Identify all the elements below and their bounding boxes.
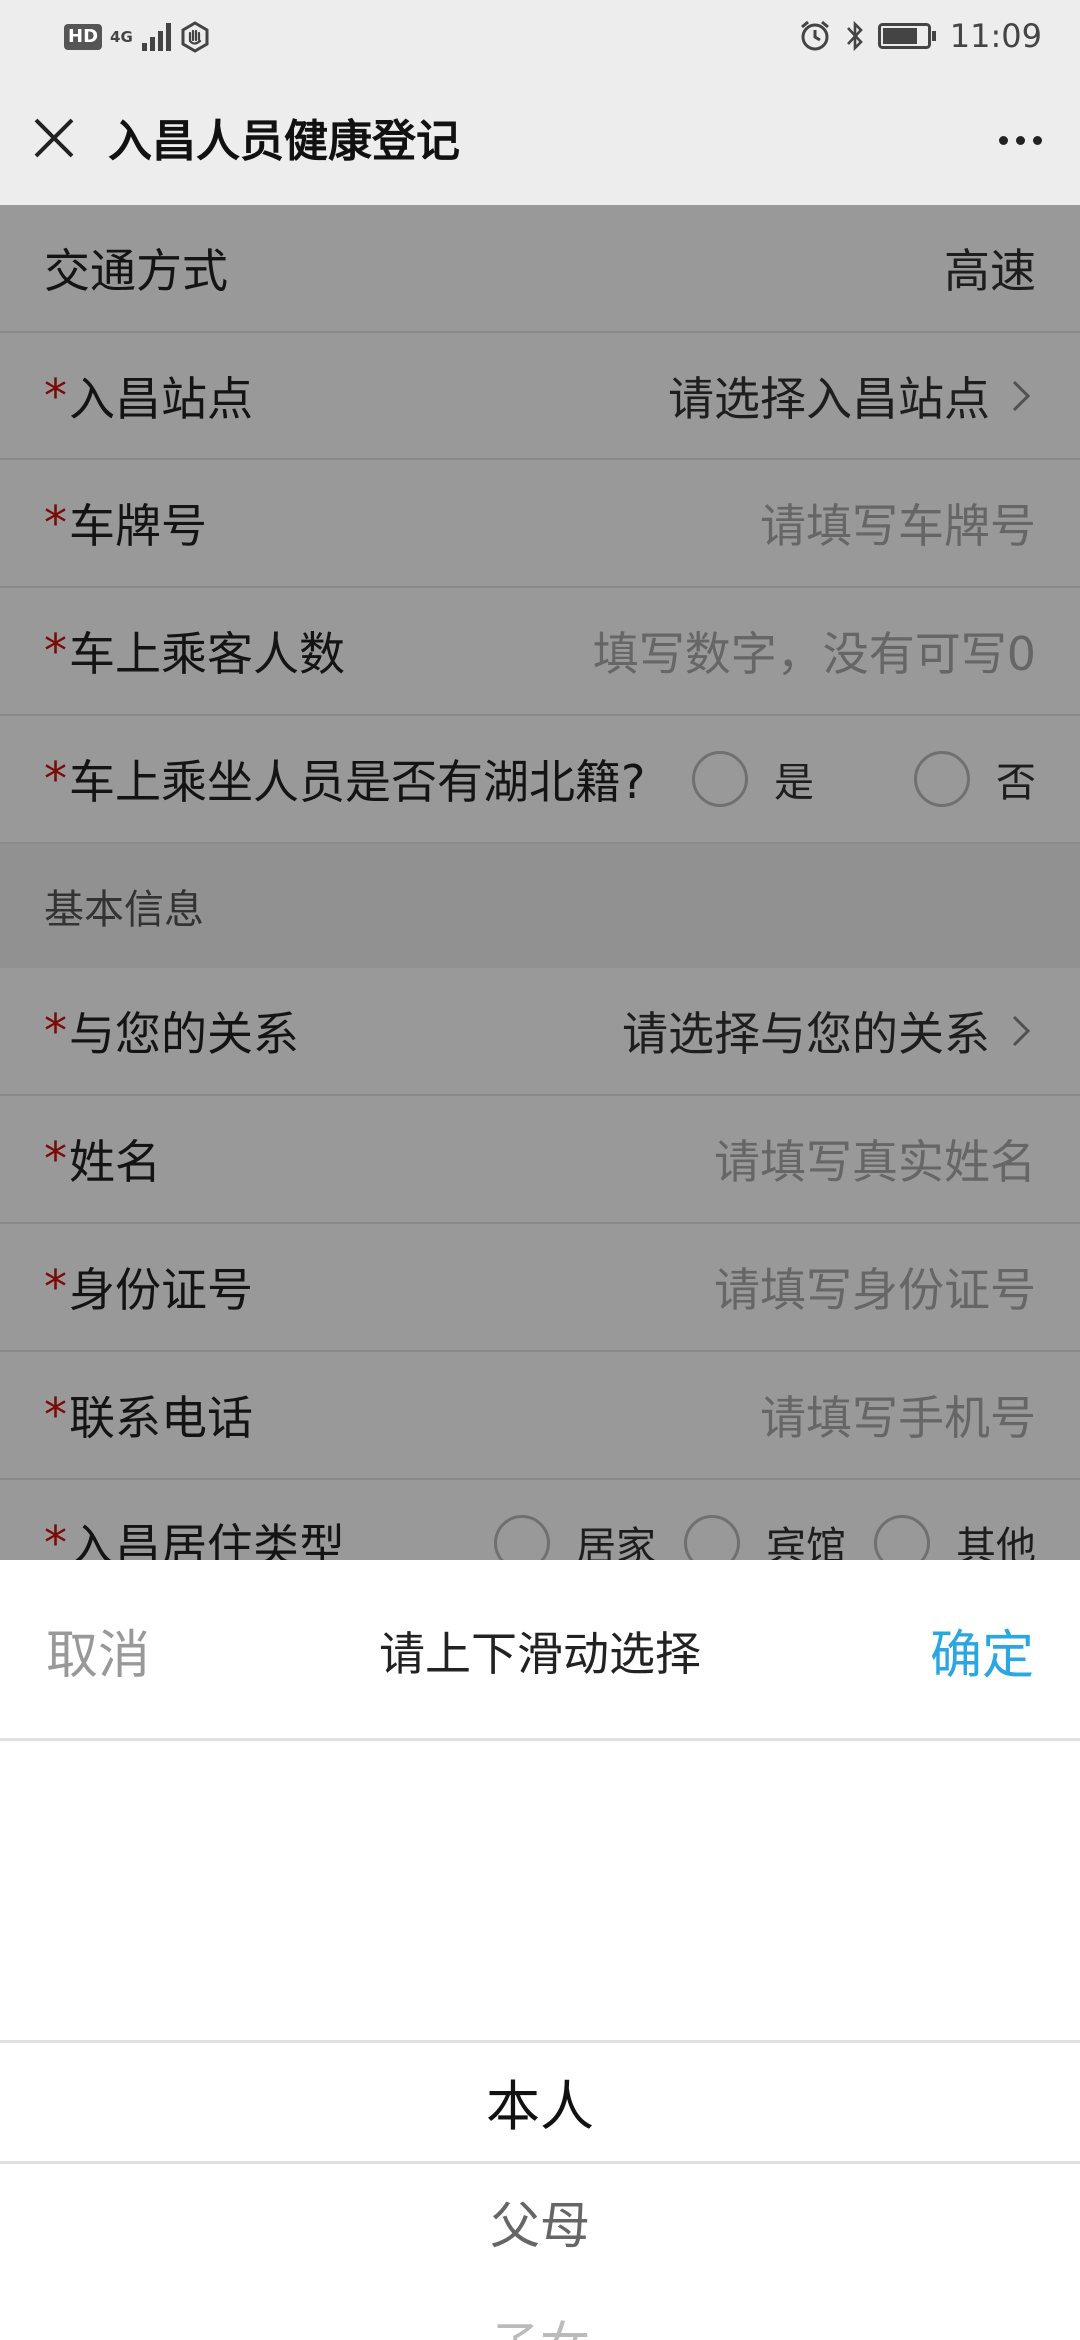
picker-title: 请上下滑动选择 bbox=[379, 1626, 701, 1681]
status-bar-left: HD 4G bbox=[64, 20, 211, 54]
picker-wheel[interactable]: 本人 父母 子女 bbox=[0, 1741, 1080, 2340]
relation-picker: 请上下滑动选择 取消 确定 本人 父母 子女 bbox=[0, 1560, 1080, 2340]
modal-overlay[interactable] bbox=[0, 205, 1080, 1560]
status-time: 11:09 bbox=[949, 17, 1042, 55]
close-icon[interactable] bbox=[28, 112, 80, 164]
network-type-label: 4G bbox=[110, 28, 133, 46]
hand-icon bbox=[181, 21, 209, 53]
picker-option[interactable]: 父母 bbox=[0, 2162, 1080, 2282]
page-title: 入昌人员健康登记 bbox=[108, 116, 460, 167]
confirm-button[interactable]: 确定 bbox=[930, 1560, 1034, 1741]
signal-icon bbox=[142, 23, 172, 51]
bluetooth-icon bbox=[846, 20, 863, 52]
status-bar: HD 4G 11:09 bbox=[0, 0, 1080, 72]
picker-option[interactable]: 子女 bbox=[0, 2282, 1080, 2340]
picker-header: 请上下滑动选择 取消 确定 bbox=[0, 1560, 1080, 1741]
more-options-icon[interactable] bbox=[990, 120, 1050, 160]
status-bar-right: 11:09 bbox=[798, 16, 1042, 56]
alarm-icon bbox=[800, 20, 829, 51]
battery-icon bbox=[877, 23, 936, 49]
picker-option[interactable]: 本人 bbox=[0, 2041, 1080, 2161]
hd-badge: HD bbox=[64, 24, 103, 50]
nav-bar: 入昌人员健康登记 bbox=[0, 72, 1080, 205]
cancel-button[interactable]: 取消 bbox=[46, 1560, 150, 1741]
